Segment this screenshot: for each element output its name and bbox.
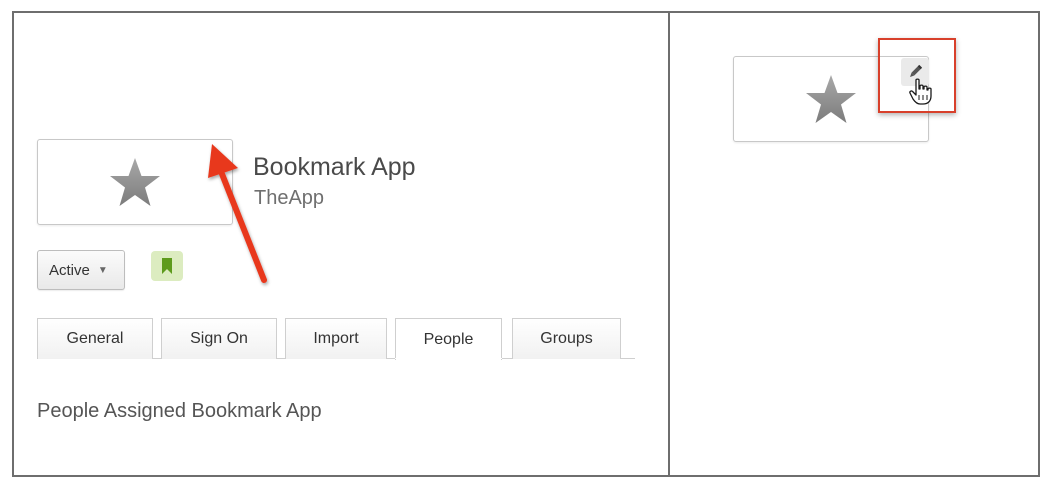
tab-label: Sign On xyxy=(190,330,248,347)
tab-groups[interactable]: Groups xyxy=(512,318,621,359)
bookmark-icon xyxy=(162,258,172,274)
tab-general[interactable]: General xyxy=(37,318,153,359)
edit-highlight-box xyxy=(878,38,956,113)
caret-down-icon: ▼ xyxy=(97,264,108,276)
tab-label: Import xyxy=(313,330,359,347)
section-heading: People Assigned Bookmark App xyxy=(37,400,322,422)
tab-label: Groups xyxy=(540,330,593,347)
bookmark-button[interactable] xyxy=(151,251,183,281)
red-arrow-annotation xyxy=(208,144,267,283)
panel-divider xyxy=(668,11,670,477)
tab-import[interactable]: Import xyxy=(285,318,387,359)
active-tab-gap xyxy=(395,358,502,359)
tab-label: General xyxy=(66,330,124,347)
tab-people[interactable]: People xyxy=(395,318,502,360)
status-dropdown[interactable]: Active ▼ xyxy=(37,250,125,290)
status-label: Active xyxy=(49,261,90,279)
star-icon xyxy=(110,158,160,206)
star-icon xyxy=(806,75,856,123)
tab-sign-on[interactable]: Sign On xyxy=(161,318,277,359)
tab-label: People xyxy=(423,330,474,348)
